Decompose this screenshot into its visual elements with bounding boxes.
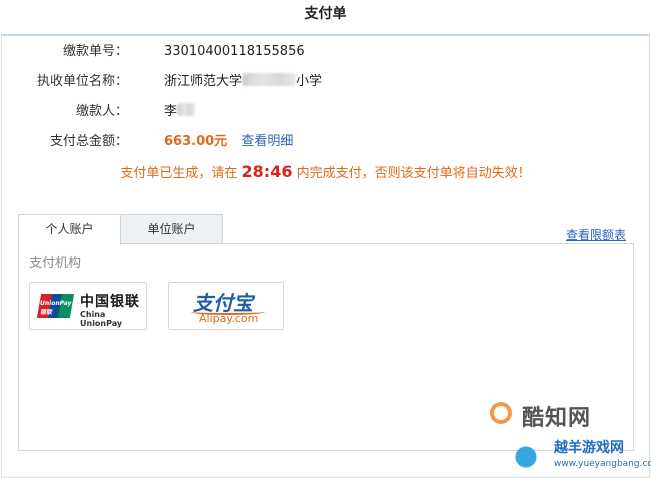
payment-number-row: 缴款单号： 33010400118155856 [0,41,651,63]
tab-unit-account[interactable]: 单位账户 [120,214,223,244]
unionpay-option[interactable]: UnionPay 银联 中国银联 China UnionPay [29,282,147,330]
view-limit-table-link[interactable]: 查看限额表 [566,226,626,243]
unionpay-name-cn: 中国银联 [80,294,140,310]
payer-row: 缴款人： 李 [0,101,651,123]
countdown-timer: 28:46 [241,162,293,181]
redacted-text [177,103,196,116]
payment-number-label: 缴款单号： [62,44,128,59]
page-title: 支付单 [304,6,347,22]
payer-name-prefix: 李 [164,104,178,119]
total-amount-row: 支付总金额： 663.00元 查看明细 [0,131,651,153]
watermark-ring-icon [490,402,512,424]
unit-name-prefix: 浙江师范大学 [164,74,243,89]
total-amount-group: 663.00元 查看明细 [164,131,293,153]
watermark-wifi-icon [504,439,548,469]
unit-name-suffix: 小学 [296,74,323,89]
payer-value: 李 [164,101,196,123]
payer-label: 缴款人： [75,104,128,119]
alipay-option[interactable]: 支付宝 Alipay.com [168,282,284,330]
unionpay-logo-icon: UnionPay 银联 [36,294,75,318]
collecting-unit-label: 执收单位名称： [36,74,128,89]
alipay-logo-en: Alipay.com [199,312,259,325]
collecting-unit-row: 执收单位名称： 浙江师范大学 小学 [0,71,651,93]
payment-institutions-label: 支付机构 [29,256,82,271]
total-amount-value: 663.00元 [164,134,228,149]
notice-text-before: 支付单已生成，请在 [120,166,238,181]
notice-text-after: 内完成支付，否则该支付单将自动失效！ [296,166,531,181]
unionpay-name-en: China UnionPay [80,310,123,328]
tab-personal-account[interactable]: 个人账户 [18,214,121,245]
watermark-yueyang: 越羊游戏网 www.yueyangbang.com [500,433,651,477]
redacted-text [242,73,297,86]
collecting-unit-value: 浙江师范大学 小学 [164,71,322,93]
payment-number-value: 33010400118155856 [164,44,305,59]
watermark-kuzhi: 酷知网 [490,400,640,431]
total-amount-label: 支付总金额： [49,134,128,149]
view-details-link[interactable]: 查看明细 [241,134,293,149]
payment-deadline-notice: 支付单已生成，请在 28:46 内完成支付，否则该支付单将自动失效！ [0,162,651,181]
